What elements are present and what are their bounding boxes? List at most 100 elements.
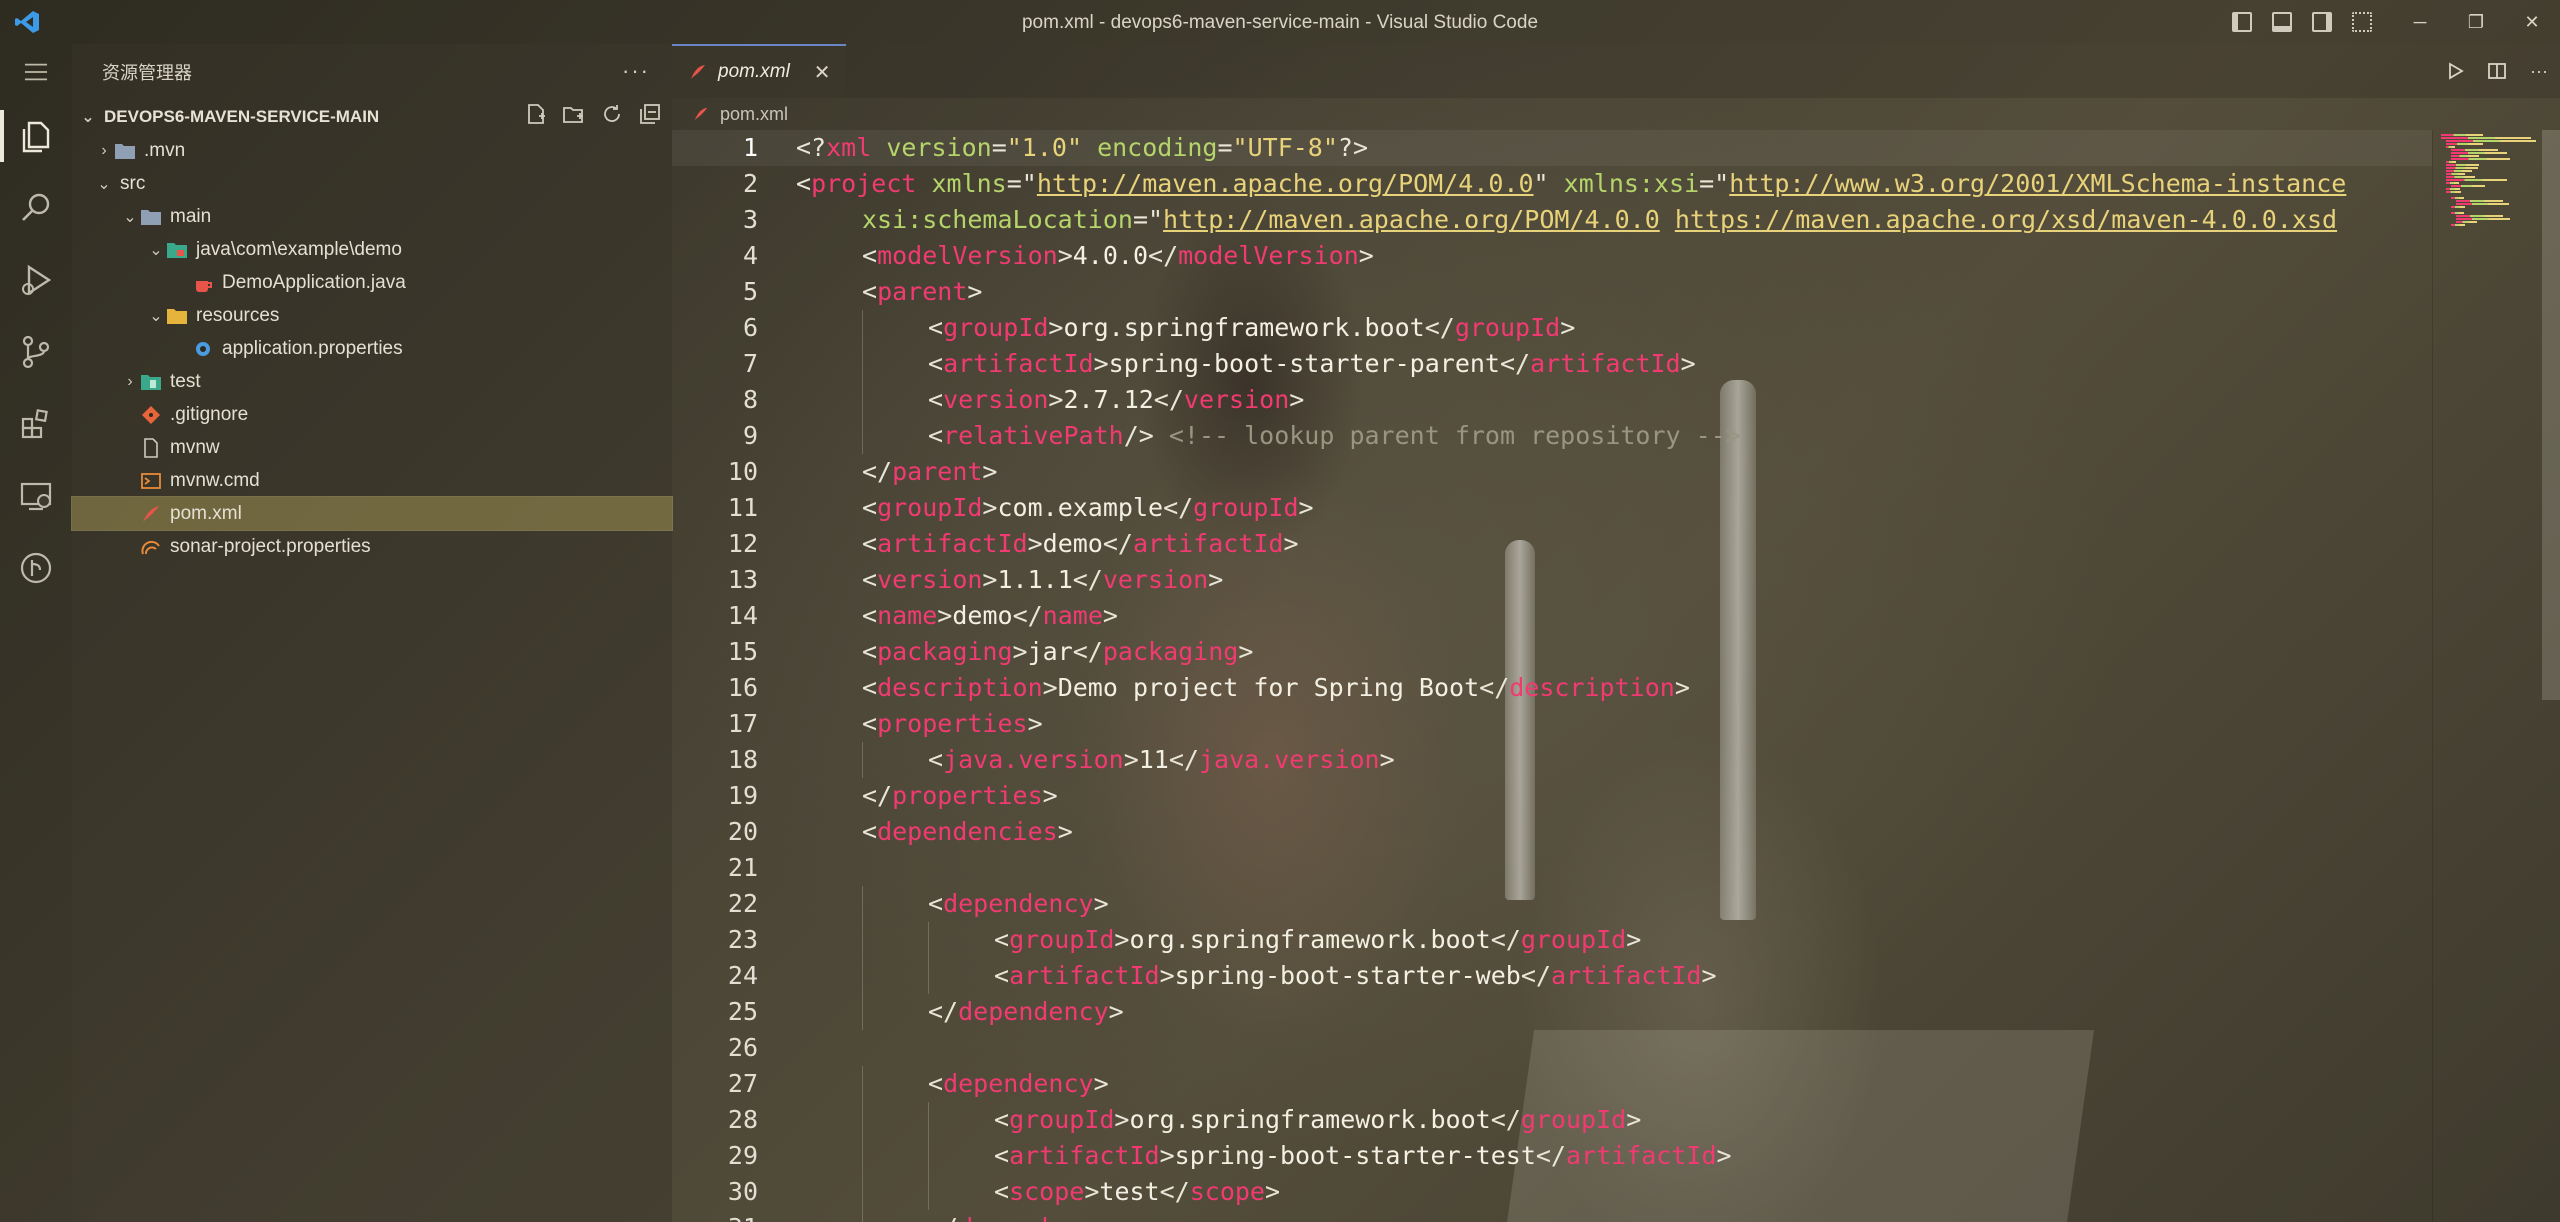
tree-item-label: .gitignore xyxy=(170,403,249,425)
toggle-secondary-sidebar-icon[interactable] xyxy=(2312,12,2332,32)
new-file-icon[interactable] xyxy=(524,102,548,126)
code-line: 10 </parent> xyxy=(672,454,2432,490)
code-text: <version>1.1.1</version> xyxy=(862,565,1224,594)
chevron-down-icon: ⌄ xyxy=(97,175,111,193)
indent-guide xyxy=(928,958,929,994)
line-number: 22 xyxy=(727,889,758,918)
minimap-line xyxy=(2446,140,2536,142)
minimap-line xyxy=(2456,203,2509,205)
customize-layout-icon[interactable] xyxy=(2352,12,2372,32)
code-text: <relativePath/> <!-- lookup parent from … xyxy=(928,421,1741,450)
indent-guide xyxy=(862,346,863,382)
tree-item-label: application.properties xyxy=(222,337,403,359)
refresh-icon[interactable] xyxy=(600,102,624,126)
gitlens-icon[interactable] xyxy=(0,532,72,604)
chevron-down-icon: ⌄ xyxy=(149,241,163,259)
editor-actions: ··· xyxy=(2434,44,2560,98)
minimap-line xyxy=(2446,164,2479,166)
restore-button[interactable]: ❐ xyxy=(2448,0,2504,44)
code-line: 6 <groupId>org.springframework.boot</grou… xyxy=(672,310,2432,346)
code-line: 29 <artifactId>spring-boot-starter-test</… xyxy=(672,1138,2432,1174)
minimap-line xyxy=(2451,152,2508,154)
xml-file-icon xyxy=(694,107,708,121)
indent-guide xyxy=(862,1066,863,1102)
tab-label: pom.xml xyxy=(718,61,790,82)
indent-guide xyxy=(928,1174,929,1210)
code-line: 12 <artifactId>demo</artifactId> xyxy=(672,526,2432,562)
run-and-debug-icon[interactable] xyxy=(0,244,72,316)
extensions-icon[interactable] xyxy=(0,388,72,460)
tree-item-label: .mvn xyxy=(144,139,186,161)
source-control-icon[interactable] xyxy=(0,316,72,388)
tree-item[interactable]: pom.xml xyxy=(71,496,673,531)
line-number: 7 xyxy=(742,349,758,378)
code-line: 27 <dependency> xyxy=(672,1066,2432,1102)
minimap[interactable] xyxy=(2432,130,2542,1222)
search-icon[interactable] xyxy=(0,172,72,244)
explorer-icon[interactable] xyxy=(0,100,72,172)
breadcrumb-item[interactable]: pom.xml xyxy=(720,104,788,125)
close-tab-icon[interactable]: ✕ xyxy=(814,60,831,85)
indent-guide xyxy=(862,1102,863,1138)
tree-item[interactable]: › .mvn xyxy=(72,134,672,167)
code-text: <artifactId>spring-boot-starter-parent</… xyxy=(928,349,1696,378)
code-line: 1 <?xml version="1.0" encoding="UTF-8"?> xyxy=(672,130,2432,166)
vertical-scrollbar[interactable] xyxy=(2542,130,2560,700)
tree-item[interactable]: sonar-project.properties xyxy=(72,530,672,563)
line-number: 27 xyxy=(727,1069,758,1098)
tree-item[interactable]: ⌄ resources xyxy=(72,299,672,332)
code-text: <groupId>org.springframework.boot</group… xyxy=(928,313,1576,342)
minimize-button[interactable]: ─ xyxy=(2392,0,2448,44)
more-actions-icon[interactable]: ··· xyxy=(2518,61,2560,82)
more-actions-icon[interactable]: ··· xyxy=(622,58,650,84)
sidebar-title: 资源管理器 xyxy=(102,63,192,83)
run-icon[interactable] xyxy=(2434,61,2476,81)
tree-item[interactable]: mvnw xyxy=(72,431,672,464)
remote-explorer-icon[interactable] xyxy=(0,460,72,532)
line-number: 8 xyxy=(742,385,758,414)
minimap-line xyxy=(2446,143,2484,145)
code-line: 18 <java.version>11</java.version> xyxy=(672,742,2432,778)
indent-guide xyxy=(862,994,863,1030)
minimap-line xyxy=(2446,179,2507,181)
chevron-down-icon: ⌄ xyxy=(149,307,163,325)
tab-pom-xml[interactable]: pom.xml ✕ xyxy=(672,44,846,98)
line-number: 14 xyxy=(727,601,758,630)
split-editor-icon[interactable] xyxy=(2476,61,2518,81)
tree-item-label: java\com\example\demo xyxy=(196,238,402,260)
code-line: 14 <name>demo</name> xyxy=(672,598,2432,634)
chevron-down-icon: ⌄ xyxy=(81,109,95,126)
tree-item[interactable]: mvnw.cmd xyxy=(72,464,672,497)
toggle-sidebar-icon[interactable] xyxy=(2232,12,2252,32)
tree-item[interactable]: DemoApplication.java xyxy=(72,266,672,299)
code-text: <properties> xyxy=(862,709,1043,738)
line-number: 20 xyxy=(727,817,758,846)
title-bar: pom.xml - devops6-maven-service-main - V… xyxy=(0,0,2560,44)
code-editor[interactable]: 1 <?xml version="1.0" encoding="UTF-8"?> 2… xyxy=(672,130,2542,1222)
tree-item[interactable]: .gitignore xyxy=(72,398,672,431)
collapse-all-icon[interactable] xyxy=(638,102,662,126)
code-line: 4 <modelVersion>4.0.0</modelVersion> xyxy=(672,238,2432,274)
tree-item[interactable]: ⌄ java\com\example\demo xyxy=(72,233,672,266)
minimap-line xyxy=(2451,185,2486,187)
minimap-line xyxy=(2446,176,2475,178)
code-text: <packaging>jar</packaging> xyxy=(862,637,1254,666)
tree-item[interactable]: ⌄ main xyxy=(72,200,672,233)
close-button[interactable]: ✕ xyxy=(2504,0,2560,44)
tree-item[interactable]: › test xyxy=(72,365,672,398)
code-line: 25 </dependency> xyxy=(672,994,2432,1030)
folder-test-icon xyxy=(140,372,162,392)
tree-item[interactable]: ⌄ src xyxy=(72,167,672,200)
minimap-line xyxy=(2446,161,2456,163)
indent-guide xyxy=(862,886,863,922)
xml-icon xyxy=(140,504,162,524)
indent-guide xyxy=(862,418,863,454)
minimap-line xyxy=(2446,173,2465,175)
line-number: 3 xyxy=(742,205,758,234)
code-text: <artifactId>spring-boot-starter-web</art… xyxy=(994,961,1717,990)
menu-icon[interactable] xyxy=(0,44,72,100)
tree-item[interactable]: application.properties xyxy=(72,332,672,365)
minimap-line xyxy=(2446,188,2461,190)
new-folder-icon[interactable] xyxy=(562,102,586,126)
toggle-panel-icon[interactable] xyxy=(2272,12,2292,32)
